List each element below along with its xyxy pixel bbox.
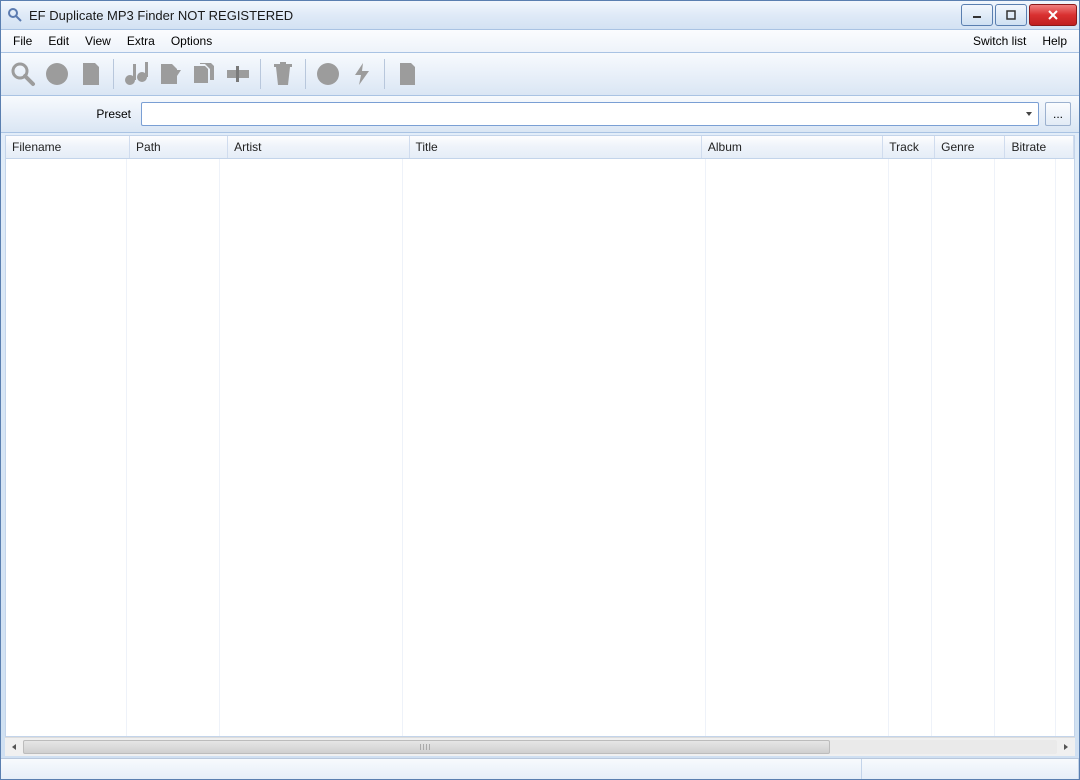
- menu-file[interactable]: File: [5, 30, 40, 52]
- scroll-right-icon[interactable]: [1057, 739, 1075, 755]
- column-path: [127, 159, 220, 736]
- menu-switch-list[interactable]: Switch list: [965, 30, 1034, 52]
- toolbar-separator: [305, 59, 306, 89]
- titlebar: EF Duplicate MP3 Finder NOT REGISTERED: [1, 1, 1079, 30]
- toolbar-separator: [260, 59, 261, 89]
- column-filename: [6, 159, 127, 736]
- lightning-icon[interactable]: [346, 58, 378, 90]
- preset-combobox[interactable]: [141, 102, 1039, 126]
- rename-icon[interactable]: [222, 58, 254, 90]
- preset-browse-button[interactable]: ...: [1045, 102, 1071, 126]
- column-header-title[interactable]: Title: [410, 136, 702, 158]
- chevron-down-icon[interactable]: [1022, 103, 1036, 125]
- column-artist: [220, 159, 403, 736]
- scrollbar-track[interactable]: [23, 740, 1057, 754]
- ellipsis-icon: ...: [1053, 107, 1063, 121]
- menu-options[interactable]: Options: [163, 30, 220, 52]
- page-icon[interactable]: [391, 58, 423, 90]
- menu-help[interactable]: Help: [1034, 30, 1075, 52]
- toolbar-separator: [384, 59, 385, 89]
- scrollbar-thumb[interactable]: [23, 740, 830, 754]
- app-icon: [7, 7, 23, 23]
- stop-icon[interactable]: [41, 58, 73, 90]
- column-genre: [932, 159, 995, 736]
- statusbar: [1, 758, 1079, 779]
- menu-extra[interactable]: Extra: [119, 30, 163, 52]
- status-pane-1: [1, 759, 862, 779]
- window-title: EF Duplicate MP3 Finder NOT REGISTERED: [29, 8, 961, 23]
- column-album: [706, 159, 889, 736]
- app-window: EF Duplicate MP3 Finder NOT REGISTERED F…: [0, 0, 1080, 780]
- preset-label: Preset: [1, 107, 135, 121]
- results-table: FilenamePathArtistTitleAlbumTrackGenreBi…: [5, 135, 1075, 737]
- preset-row: Preset ...: [1, 96, 1079, 133]
- column-header-genre[interactable]: Genre: [935, 136, 1005, 158]
- toolbar-separator: [113, 59, 114, 89]
- column-header-path[interactable]: Path: [130, 136, 228, 158]
- trash-icon[interactable]: [267, 58, 299, 90]
- circle-icon[interactable]: [312, 58, 344, 90]
- table-header-row: FilenamePathArtistTitleAlbumTrackGenreBi…: [6, 136, 1074, 159]
- music-note-icon[interactable]: [120, 58, 152, 90]
- toolbar: [1, 53, 1079, 96]
- close-button[interactable]: [1029, 4, 1077, 26]
- column-bitrate: [995, 159, 1056, 736]
- menubar: FileEditViewExtraOptions Switch listHelp: [1, 30, 1079, 53]
- copy-icon[interactable]: [188, 58, 220, 90]
- status-pane-2: [862, 759, 1079, 779]
- minimize-button[interactable]: [961, 4, 993, 26]
- menu-edit[interactable]: Edit: [40, 30, 77, 52]
- horizontal-scrollbar[interactable]: [5, 737, 1075, 756]
- column-header-bitrate[interactable]: Bitrate: [1005, 136, 1074, 158]
- search-icon[interactable]: [7, 58, 39, 90]
- column-header-track[interactable]: Track: [883, 136, 935, 158]
- window-buttons: [961, 4, 1077, 26]
- filter-icon[interactable]: [154, 58, 186, 90]
- scroll-left-icon[interactable]: [5, 739, 23, 755]
- maximize-button[interactable]: [995, 4, 1027, 26]
- column-title: [403, 159, 706, 736]
- column-header-album[interactable]: Album: [702, 136, 883, 158]
- table-body: [6, 159, 1074, 736]
- document-icon[interactable]: [75, 58, 107, 90]
- menu-view[interactable]: View: [77, 30, 119, 52]
- preset-input[interactable]: [146, 105, 1022, 123]
- column-header-artist[interactable]: Artist: [228, 136, 409, 158]
- column-header-filename[interactable]: Filename: [6, 136, 130, 158]
- column-track: [889, 159, 932, 736]
